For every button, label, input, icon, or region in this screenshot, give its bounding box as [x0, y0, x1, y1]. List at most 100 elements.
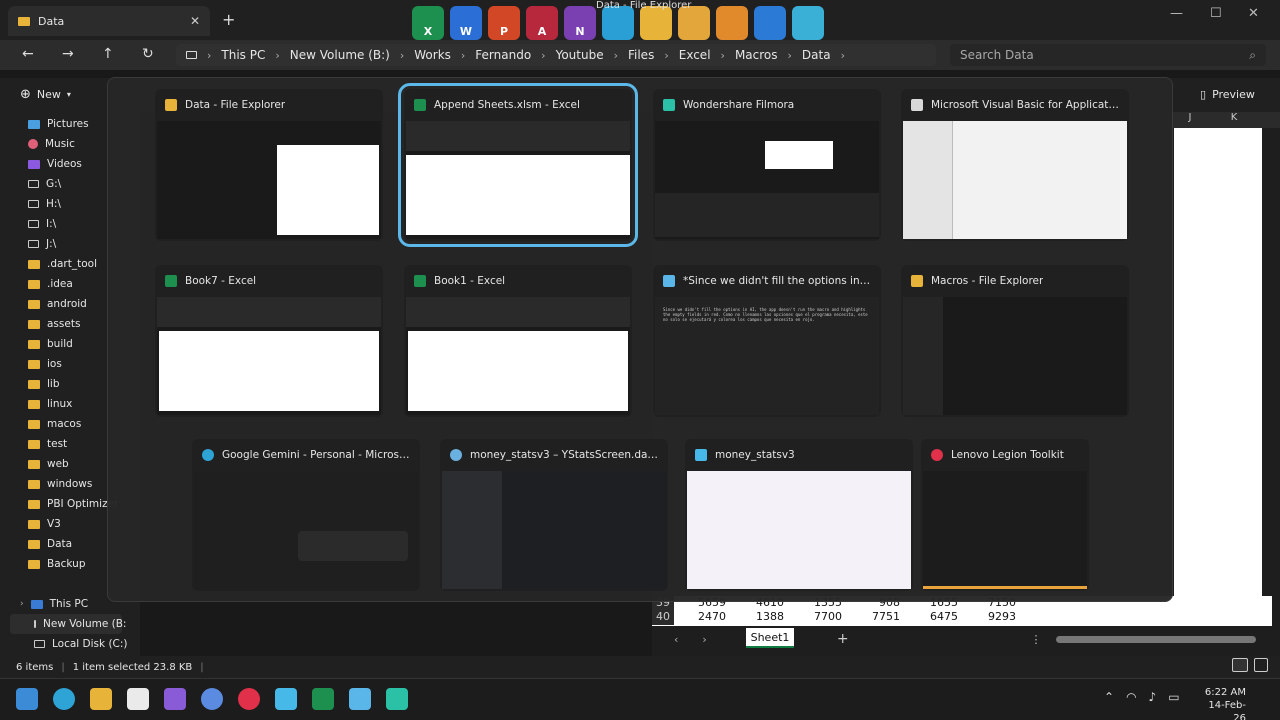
- speaker-icon[interactable]: ♪: [1149, 690, 1157, 704]
- sidebar-item-local-disk[interactable]: Local Disk (C:): [34, 634, 128, 654]
- column-header-k[interactable]: K: [1216, 112, 1252, 128]
- breadcrumb-excel[interactable]: Excel: [679, 48, 711, 62]
- file-explorer-icon[interactable]: [90, 688, 112, 710]
- cell[interactable]: 1388: [732, 610, 790, 625]
- sidebar-item[interactable]: J:\: [28, 234, 56, 254]
- sidebar-item[interactable]: ios: [28, 354, 62, 374]
- window-card-book1[interactable]: Book1 - Excel: [404, 265, 632, 417]
- sidebar-item[interactable]: web: [28, 454, 69, 474]
- thumbnail-content: [406, 155, 630, 235]
- tab-data[interactable]: Data ✕: [8, 6, 210, 36]
- wifi-icon[interactable]: ◠: [1126, 690, 1136, 704]
- new-tab-button[interactable]: +: [222, 10, 235, 29]
- maximize-icon[interactable]: ☐: [1210, 6, 1222, 21]
- excel-icon[interactable]: [312, 688, 334, 710]
- new-button[interactable]: ⊕ New ▾: [20, 87, 71, 102]
- cell[interactable]: 7700: [790, 610, 848, 625]
- sidebar-item[interactable]: .dart_tool: [28, 254, 97, 274]
- breadcrumb-fernando[interactable]: Fernando: [475, 48, 531, 62]
- address-bar[interactable]: › This PC › New Volume (B:) › Works › Fe…: [176, 44, 936, 66]
- filmora-icon[interactable]: [386, 688, 408, 710]
- window-title: *Since we didn't fill the options in - N…: [683, 275, 871, 287]
- sidebar-item[interactable]: Data: [28, 534, 72, 554]
- tiles-view-icon[interactable]: [1254, 658, 1268, 672]
- window-card-legion-toolkit[interactable]: Lenovo Legion Toolkit: [921, 439, 1089, 591]
- window-card-money-stats[interactable]: money_statsv3: [685, 439, 913, 591]
- window-card-vba[interactable]: Microsoft Visual Basic for Applications …: [901, 89, 1129, 241]
- sidebar-item[interactable]: build: [28, 334, 73, 354]
- cell[interactable]: 2470: [674, 610, 732, 625]
- sidebar-item[interactable]: android: [28, 294, 87, 314]
- sidebar-item[interactable]: test: [28, 434, 67, 454]
- forward-arrow-icon[interactable]: →: [62, 46, 74, 62]
- visual-studio-icon[interactable]: [164, 688, 186, 710]
- column-header-j[interactable]: J: [1172, 112, 1208, 128]
- sidebar-item[interactable]: linux: [28, 394, 72, 414]
- sidebar-item[interactable]: assets: [28, 314, 80, 334]
- sidebar-item-this-pc[interactable]: › This PC: [20, 594, 88, 614]
- sidebar-item[interactable]: PBI Optimizer: [28, 494, 118, 514]
- horizontal-scrollbar[interactable]: [1055, 635, 1256, 643]
- breadcrumb-this-pc[interactable]: This PC: [221, 48, 265, 62]
- battery-icon[interactable]: ▭: [1168, 690, 1179, 704]
- details-view-icon[interactable]: [1232, 658, 1248, 672]
- window-card-append-sheets[interactable]: Append Sheets.xlsm - Excel: [398, 83, 638, 247]
- sidebar-item-new-volume[interactable]: New Volume (B:: [10, 614, 126, 634]
- store-icon[interactable]: [127, 688, 149, 710]
- sidebar-item-label: New Volume (B:: [43, 618, 127, 630]
- breadcrumb-works[interactable]: Works: [414, 48, 451, 62]
- sheet-prev-icon[interactable]: ‹: [674, 633, 678, 646]
- app-star-icon[interactable]: [201, 688, 223, 710]
- window-card-book7[interactable]: Book7 - Excel: [155, 265, 383, 417]
- breadcrumb-new-volume[interactable]: New Volume (B:): [290, 48, 390, 62]
- sidebar-item[interactable]: windows: [28, 474, 92, 494]
- window-card-macros-explorer[interactable]: Macros - File Explorer: [901, 265, 1129, 417]
- start-icon[interactable]: [16, 688, 38, 710]
- worksheet-grid[interactable]: [1174, 128, 1262, 598]
- sheet-tab-sheet1[interactable]: Sheet1: [746, 628, 794, 648]
- chevron-up-icon[interactable]: ⌃: [1104, 690, 1114, 704]
- flutter-icon[interactable]: [275, 688, 297, 710]
- legion-icon[interactable]: [238, 688, 260, 710]
- window-card-data-explorer[interactable]: Data - File Explorer: [155, 89, 383, 241]
- breadcrumb-youtube[interactable]: Youtube: [556, 48, 604, 62]
- sidebar-item[interactable]: I:\: [28, 214, 56, 234]
- back-arrow-icon[interactable]: ←: [22, 46, 34, 62]
- close-window-icon[interactable]: ✕: [1248, 6, 1259, 21]
- close-tab-icon[interactable]: ✕: [190, 14, 200, 28]
- breadcrumb-files[interactable]: Files: [628, 48, 654, 62]
- window-card-gemini[interactable]: Google Gemini - Personal - Microsoft E..…: [192, 439, 420, 591]
- sheet-next-icon[interactable]: ›: [702, 633, 706, 646]
- sidebar-item[interactable]: V3: [28, 514, 61, 534]
- sidebar-item[interactable]: Music: [28, 134, 75, 154]
- sidebar-item[interactable]: lib: [28, 374, 60, 394]
- refresh-icon[interactable]: ↻: [142, 46, 154, 62]
- cell[interactable]: 9293: [964, 610, 1022, 625]
- sidebar-item-label: build: [47, 338, 73, 350]
- preview-button[interactable]: ▯ Preview: [1200, 88, 1255, 101]
- add-sheet-icon[interactable]: +: [837, 631, 849, 647]
- edge-icon[interactable]: [53, 688, 75, 710]
- window-card-android-studio[interactable]: money_statsv3 – YStatsScreen.dart [mo...: [440, 439, 668, 591]
- cell[interactable]: 7751: [848, 610, 906, 625]
- notepad-icon[interactable]: [349, 688, 371, 710]
- desktop-screen: Data ✕ + — ☐ ✕ ← → ↑ ↻ › This PC › New V…: [0, 0, 1280, 720]
- up-arrow-icon[interactable]: ↑: [102, 46, 114, 62]
- breadcrumb-macros[interactable]: Macros: [735, 48, 778, 62]
- sidebar-item[interactable]: H:\: [28, 194, 61, 214]
- clock[interactable]: 6:22 AM 14-Feb-26: [1200, 686, 1246, 720]
- sidebar-item[interactable]: G:\: [28, 174, 61, 194]
- sidebar-item[interactable]: Backup: [28, 554, 86, 574]
- more-options-icon[interactable]: ⋮: [1031, 633, 1042, 646]
- window-card-notepad[interactable]: *Since we didn't fill the options in - N…: [653, 265, 881, 417]
- sidebar-item[interactable]: macos: [28, 414, 81, 434]
- sidebar-item[interactable]: Videos: [28, 154, 82, 174]
- minimize-icon[interactable]: —: [1170, 6, 1183, 21]
- cell[interactable]: 6475: [906, 610, 964, 625]
- row-number[interactable]: 40: [652, 610, 674, 625]
- search-input[interactable]: Search Data ⌕: [950, 44, 1266, 66]
- breadcrumb-data[interactable]: Data: [802, 48, 831, 62]
- sidebar-item[interactable]: .idea: [28, 274, 73, 294]
- window-card-filmora[interactable]: Wondershare Filmora: [653, 89, 881, 241]
- sidebar-item[interactable]: Pictures: [28, 114, 89, 134]
